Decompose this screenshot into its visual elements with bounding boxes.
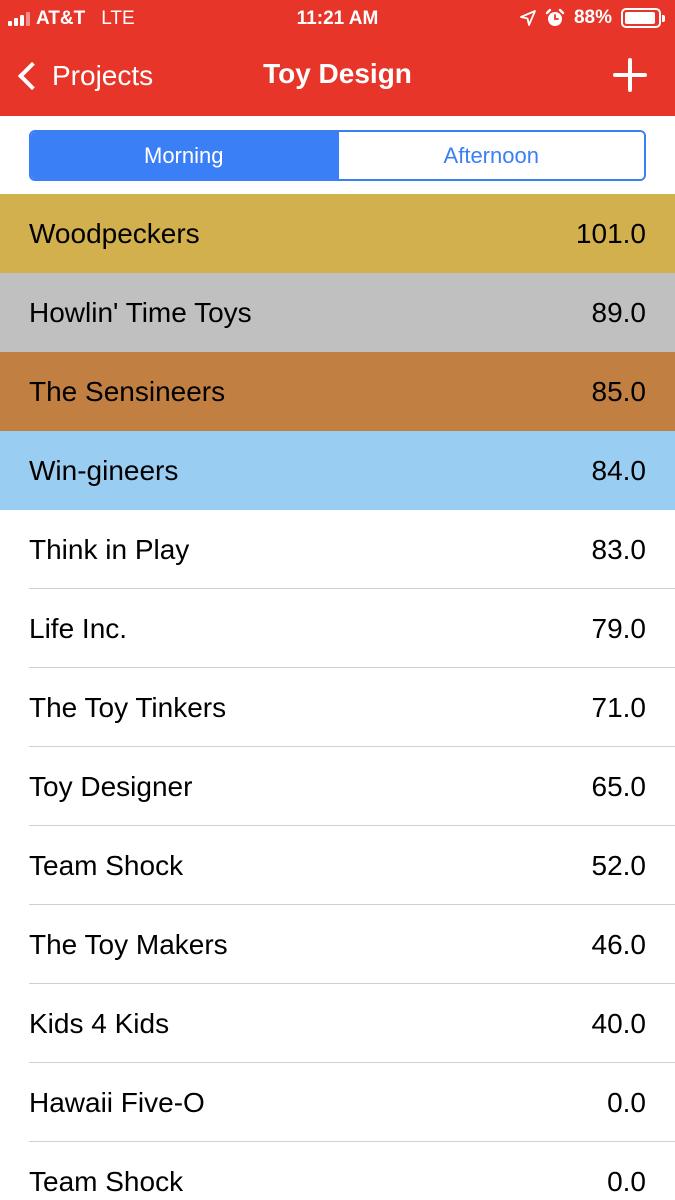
team-name: Think in Play bbox=[29, 533, 190, 565]
team-name: The Sensineers bbox=[29, 375, 226, 407]
team-name: Woodpeckers bbox=[29, 217, 200, 249]
team-row[interactable]: Toy Designer 65.0 bbox=[0, 747, 675, 826]
team-score: 85.0 bbox=[591, 375, 647, 407]
status-bar: AT&T LTE 11:21 AM 88% bbox=[0, 0, 675, 38]
segment-afternoon[interactable]: Afternoon bbox=[336, 132, 644, 179]
team-row[interactable]: Think in Play 83.0 bbox=[0, 510, 675, 589]
team-score: 40.0 bbox=[591, 1007, 647, 1039]
navigation-bar: Projects Toy Design bbox=[0, 38, 675, 116]
team-row[interactable]: Team Shock 52.0 bbox=[0, 826, 675, 905]
team-name: Team Shock bbox=[29, 849, 184, 881]
team-name: Hawaii Five-O bbox=[29, 1086, 205, 1118]
team-score: 46.0 bbox=[591, 928, 647, 960]
team-score: 84.0 bbox=[591, 454, 647, 486]
team-row[interactable]: Life Inc. 79.0 bbox=[0, 589, 675, 668]
segment-morning[interactable]: Morning bbox=[31, 132, 337, 179]
battery-icon bbox=[621, 8, 665, 28]
team-score: 71.0 bbox=[591, 691, 647, 723]
team-name: Toy Designer bbox=[29, 770, 193, 802]
team-score: 89.0 bbox=[591, 296, 647, 328]
team-name: The Toy Makers bbox=[29, 928, 228, 960]
team-name: Win-gineers bbox=[29, 454, 179, 486]
team-row[interactable]: The Toy Tinkers 71.0 bbox=[0, 668, 675, 747]
location-arrow-icon bbox=[520, 10, 536, 26]
page-title: Toy Design bbox=[263, 58, 412, 89]
team-score: 79.0 bbox=[591, 612, 647, 644]
add-button[interactable] bbox=[613, 58, 647, 92]
team-name: The Toy Tinkers bbox=[29, 691, 227, 723]
team-score: 65.0 bbox=[591, 770, 647, 802]
team-row[interactable]: Woodpeckers 101.0 bbox=[0, 194, 675, 273]
team-name: Team Shock bbox=[29, 1165, 184, 1197]
team-row[interactable]: Team Shock 0.0 bbox=[0, 1142, 675, 1200]
plus-icon-vertical bbox=[628, 58, 632, 92]
battery-percent: 88% bbox=[573, 7, 612, 28]
team-row[interactable]: Howlin' Time Toys 89.0 bbox=[0, 273, 675, 352]
team-name: Howlin' Time Toys bbox=[29, 296, 252, 328]
team-row[interactable]: Win-gineers 84.0 bbox=[0, 431, 675, 510]
team-row[interactable]: The Toy Makers 46.0 bbox=[0, 905, 675, 984]
team-score: 101.0 bbox=[575, 217, 646, 249]
status-right: 88% bbox=[520, 7, 665, 29]
team-ranking-list: Woodpeckers 101.0 Howlin' Time Toys 89.0 The… bbox=[0, 194, 675, 1200]
team-row[interactable]: Hawaii Five-O 0.0 bbox=[0, 1063, 675, 1142]
team-score: 0.0 bbox=[607, 1165, 646, 1197]
alarm-icon bbox=[545, 8, 565, 26]
team-score: 0.0 bbox=[607, 1086, 646, 1118]
team-row[interactable]: Kids 4 Kids 40.0 bbox=[0, 984, 675, 1063]
segment-area: Morning Afternoon bbox=[0, 116, 675, 194]
session-segmented-control: Morning Afternoon bbox=[29, 130, 646, 181]
team-name: Life Inc. bbox=[29, 612, 128, 644]
team-row[interactable]: The Sensineers 85.0 bbox=[0, 352, 675, 431]
team-score: 83.0 bbox=[591, 533, 647, 565]
team-score: 52.0 bbox=[591, 849, 647, 881]
team-name: Kids 4 Kids bbox=[29, 1007, 170, 1039]
